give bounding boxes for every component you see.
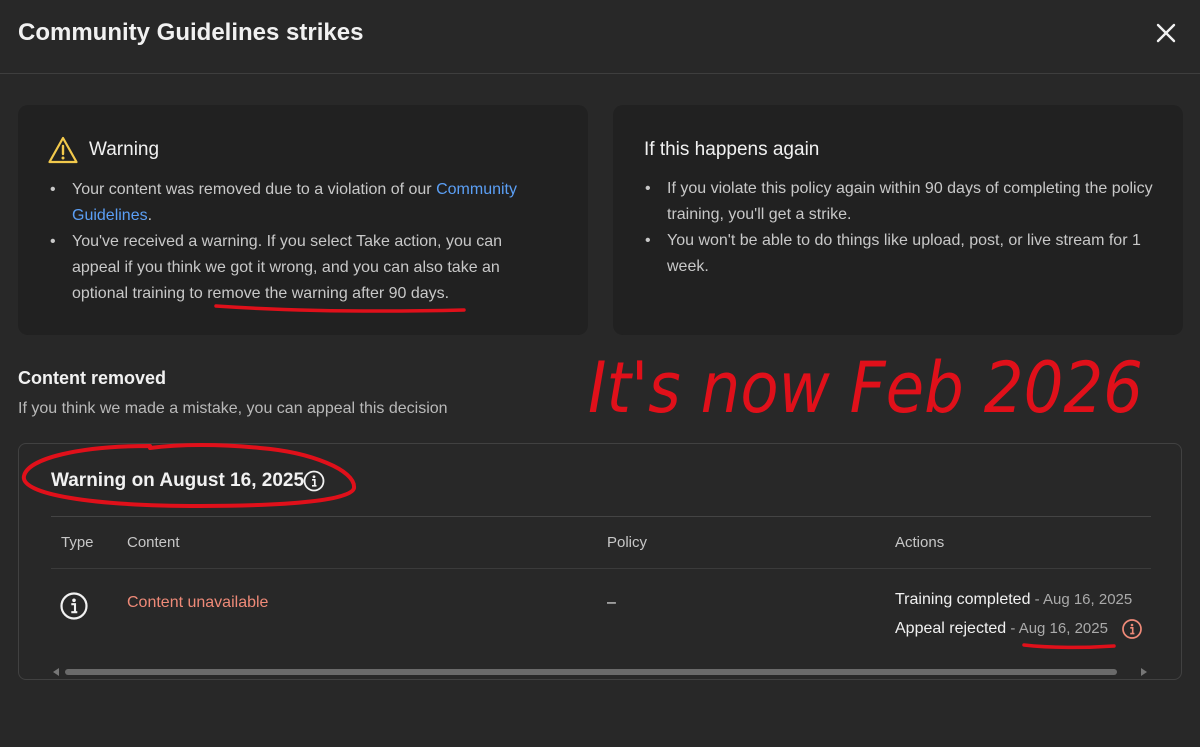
column-header-actions: Actions: [895, 534, 945, 551]
info-icon[interactable]: [303, 470, 325, 492]
consequences-card: If this happens again If you violate thi…: [613, 105, 1183, 335]
annotation-text: It's now Feb 2026: [588, 347, 1143, 429]
content-removed-subtitle: If you think we made a mistake, you can …: [18, 400, 448, 417]
info-type-icon: [60, 592, 88, 620]
column-header-policy: Policy: [607, 534, 648, 551]
action-appeal-date: - Aug 16, 2025: [1006, 620, 1108, 637]
content-unavailable-link[interactable]: Content unavailable: [127, 594, 268, 612]
strike-details: Warning on August 16, 2025 Type Content …: [18, 443, 1182, 680]
action-appeal-label: Appeal rejected: [895, 620, 1007, 637]
action-training-completed: Training completed - Aug 16, 2025: [895, 591, 1132, 609]
warning-card-title: Warning: [89, 139, 160, 160]
strike-title: Warning on August 16, 2025: [51, 470, 305, 491]
warning-bullet-1-text: Your content was removed due to a violat…: [72, 181, 432, 198]
action-training-date: - Aug 16, 2025: [1030, 591, 1133, 608]
action-appeal-rejected: Appeal rejected - Aug 16, 2025: [895, 620, 1108, 638]
policy-value: –: [607, 594, 616, 611]
appeal-info-icon[interactable]: [1121, 618, 1143, 640]
warning-card: Warning Your content was removed due to …: [18, 105, 588, 335]
warning-bullets: Your content was removed due to a violat…: [50, 177, 550, 307]
consequences-card-title: If this happens again: [644, 139, 820, 160]
dialog-header: Community Guidelines strikes: [0, 0, 1200, 74]
table-divider: [51, 516, 1151, 517]
content-removed-title: Content removed: [18, 368, 167, 388]
warning-icon: [48, 136, 78, 164]
horizontal-scrollbar[interactable]: [51, 668, 1151, 676]
warning-bullet-2: You've received a warning. If you select…: [50, 229, 550, 307]
table-divider: [51, 568, 1151, 569]
dialog-title: Community Guidelines strikes: [18, 19, 364, 46]
column-header-content: Content: [127, 534, 180, 551]
warning-bullet-1: Your content was removed due to a violat…: [50, 177, 550, 229]
warning-bullet-1-suffix: .: [147, 207, 153, 224]
close-button[interactable]: [1150, 17, 1182, 49]
consequences-bullet-1: If you violate this policy again within …: [645, 176, 1153, 228]
consequences-bullets: If you violate this policy again within …: [645, 176, 1153, 280]
scroll-left-arrow-icon[interactable]: [53, 668, 59, 676]
consequences-bullet-2: You won't be able to do things like uplo…: [645, 228, 1153, 280]
scroll-right-arrow-icon[interactable]: [1141, 668, 1147, 676]
column-header-type: Type: [61, 534, 94, 551]
close-icon: [1156, 23, 1176, 43]
action-training-label: Training completed: [895, 591, 1031, 608]
scrollbar-thumb[interactable]: [65, 669, 1117, 675]
